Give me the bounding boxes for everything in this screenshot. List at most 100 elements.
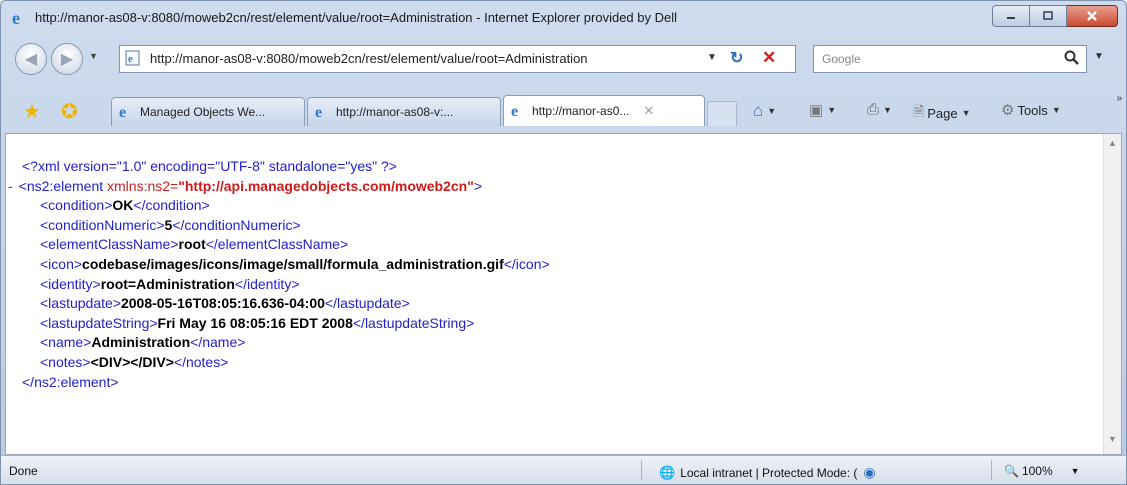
xml-close-tag: </condition> <box>133 197 210 214</box>
forward-button[interactable]: ▶ <box>51 43 83 75</box>
svg-text:e: e <box>128 53 133 65</box>
recent-pages-dropdown[interactable]: ▼ <box>89 51 98 61</box>
toolbar-overflow-chevron[interactable]: » <box>1116 93 1122 104</box>
svg-text:e: e <box>315 104 322 121</box>
xml-open-tag: <condition> <box>40 197 113 214</box>
browser-window: e http://manor-as08-v:8080/moweb2cn/rest… <box>0 0 1127 485</box>
favorites-star-icon[interactable]: ★ <box>23 99 41 124</box>
feeds-icon: ▣ <box>809 102 824 119</box>
xml-root-attr: xmlns:ns2= <box>107 177 179 194</box>
xml-value: Fri May 16 08:05:16 EDT 2008 <box>157 314 353 331</box>
xml-value: codebase/images/icons/image/small/formul… <box>82 255 504 272</box>
xml-field-line: <lastupdateString>Fri May 16 08:05:16 ED… <box>22 314 550 334</box>
back-icon: ◀ <box>24 51 38 68</box>
zoom-dropdown-icon: ▼ <box>1070 466 1080 476</box>
xml-open-tag: <identity> <box>40 275 101 292</box>
xml-root-close-tag: </ns2:element> <box>22 373 119 390</box>
refresh-icon[interactable]: ↻ <box>730 48 743 68</box>
xml-value: root=Administration <box>100 275 235 292</box>
status-text: Done <box>9 464 38 478</box>
back-button[interactable]: ◀ <box>15 43 47 75</box>
xml-close-tag: </elementClassName> <box>205 236 349 253</box>
close-icon <box>1087 11 1097 21</box>
tools-menu-label: Tools <box>1017 102 1048 118</box>
xml-field-line: <identity>root=Administration</identity> <box>22 275 550 295</box>
new-tab-button[interactable] <box>707 101 737 126</box>
home-button[interactable]: ⌂ ▼ <box>753 101 776 121</box>
xml-root-close-line: </ns2:element> <box>22 373 550 393</box>
page-content: <?xml version="1.0" encoding="UTF-8" sta… <box>5 133 1122 455</box>
xml-open-tag: <name> <box>40 334 92 351</box>
home-icon: ⌂ <box>753 101 764 120</box>
protected-mode-icon: ◉ <box>863 464 876 480</box>
security-zone[interactable]: 🌐 Local intranet | Protected Mode: ( ◉ <box>659 464 876 481</box>
maximize-icon <box>1043 11 1053 20</box>
xml-close-tag: </icon> <box>503 255 550 272</box>
ie-logo-icon: e <box>11 8 29 32</box>
maximize-button[interactable] <box>1030 5 1067 27</box>
collapse-toggle[interactable]: - <box>8 178 13 194</box>
search-dropdown[interactable]: ▼ <box>1094 51 1104 62</box>
xml-field-line: <condition>OK</condition> <box>22 196 550 216</box>
page-menu-icon: 🗎 <box>913 103 925 119</box>
xml-close-tag: </name> <box>190 334 246 351</box>
minimize-icon <box>1007 17 1015 19</box>
xml-close-tag: </conditionNumeric> <box>172 216 301 233</box>
scroll-down-arrow[interactable]: ▼ <box>1108 434 1117 444</box>
xml-close-tag: </notes> <box>173 353 229 370</box>
tools-gear-icon: ⚙ <box>1001 102 1015 119</box>
zoom-icon: 🔍 <box>1004 464 1019 478</box>
search-box[interactable]: Google <box>813 45 1087 73</box>
svg-text:e: e <box>12 9 20 27</box>
status-divider <box>991 460 992 480</box>
xml-open-tag: <lastupdateString> <box>40 314 158 331</box>
tab-managed-objects[interactable]: e Managed Objects We... <box>111 97 305 126</box>
ie-tab-icon: e <box>511 103 518 120</box>
xml-field-line: <elementClassName>root</elementClassName… <box>22 235 550 255</box>
xml-declaration: <?xml version="1.0" encoding="UTF-8" sta… <box>22 158 397 174</box>
xml-open-tag: <notes> <box>40 353 91 370</box>
xml-root-tag-end: > <box>473 177 483 194</box>
status-bar: Done 🌐 Local intranet | Protected Mode: … <box>1 455 1126 484</box>
search-input[interactable]: Google <box>822 52 861 66</box>
stop-icon[interactable]: ✕ <box>762 48 776 68</box>
close-button[interactable] <box>1067 5 1118 27</box>
xml-value: Administration <box>91 334 191 351</box>
tab-active[interactable]: e http://manor-as0... ✕ <box>503 95 705 126</box>
xml-field-line: <name>Administration</name> <box>22 333 550 353</box>
xml-root-attr-value: "http://api.managedobjects.com/moweb2cn" <box>178 177 474 194</box>
address-bar[interactable]: e http://manor-as08-v:8080/moweb2cn/rest… <box>119 45 796 73</box>
scroll-up-arrow[interactable]: ▲ <box>1108 138 1117 148</box>
xml-field-line: <icon>codebase/images/icons/image/small/… <box>22 255 550 275</box>
page-menu-button[interactable]: 🗎 Page ▼ <box>913 101 971 125</box>
navigation-bar: ◀ ▶ ▼ e http://manor-as08-v:8080/moweb2c… <box>1 37 1126 83</box>
page-menu-label: Page <box>927 105 958 121</box>
tab-manor-as08[interactable]: e http://manor-as08-v:... <box>307 97 501 126</box>
vertical-scrollbar[interactable]: ▲ ▼ <box>1103 134 1121 454</box>
address-dropdown[interactable]: ▼ <box>707 52 717 63</box>
ie-tab-icon: e <box>119 104 126 121</box>
xml-root-tag: <ns2:element <box>18 177 104 194</box>
tab-close-icon[interactable]: ✕ <box>643 103 654 119</box>
print-button[interactable]: ⎙ ▼ <box>867 101 892 118</box>
add-favorites-icon[interactable]: ✪ <box>61 99 78 124</box>
xml-close-tag: </lastupdate> <box>324 295 410 312</box>
address-url[interactable]: http://manor-as08-v:8080/moweb2cn/rest/e… <box>150 51 588 66</box>
xml-open-tag: <lastupdate> <box>40 295 121 312</box>
feeds-button[interactable]: ▣ ▼ <box>809 101 836 119</box>
zoom-control[interactable]: 🔍 100% ▼ <box>1004 464 1080 478</box>
xml-declaration-line: <?xml version="1.0" encoding="UTF-8" sta… <box>22 157 550 177</box>
tools-menu-button[interactable]: ⚙ Tools ▼ <box>1001 101 1061 119</box>
zone-label: Local intranet | Protected Mode: ( <box>680 465 858 480</box>
xml-field-line: <notes><DIV></DIV></notes> <box>22 353 550 373</box>
globe-icon: 🌐 <box>659 464 676 480</box>
xml-document: <?xml version="1.0" encoding="UTF-8" sta… <box>8 157 550 393</box>
tab-bar: ★ ✪ e Managed Objects We... e http://man… <box>1 91 1126 131</box>
minimize-button[interactable] <box>992 5 1030 27</box>
search-icon[interactable] <box>1064 50 1080 71</box>
zoom-level: 100% <box>1021 464 1053 478</box>
xml-close-tag: </identity> <box>234 275 300 292</box>
xml-open-tag: <elementClassName> <box>40 236 179 253</box>
page-icon: e <box>125 50 141 71</box>
tab-label: http://manor-as0... <box>532 104 630 118</box>
